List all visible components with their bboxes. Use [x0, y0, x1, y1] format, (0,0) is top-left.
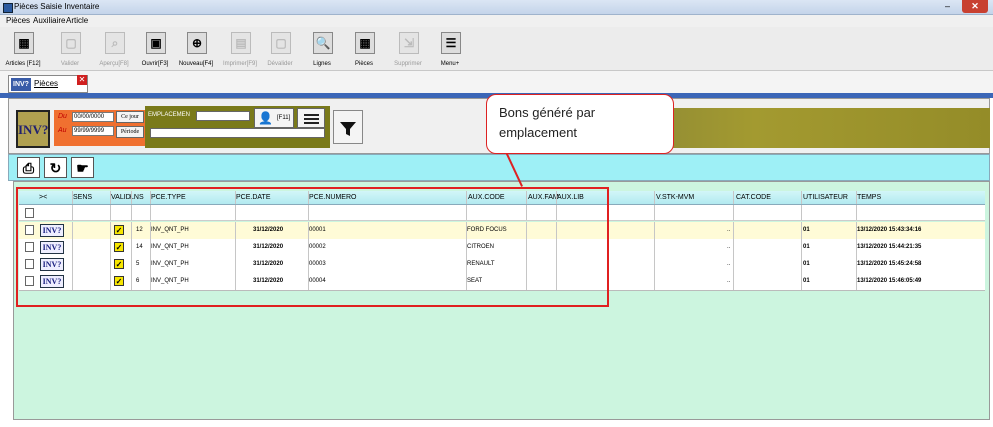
menu-auxiliaire[interactable]: Auxiliaire [33, 16, 65, 25]
articles-grid-icon: ▦ [14, 32, 34, 54]
toolbar-label: Lignes [313, 61, 331, 67]
toolbar-button-1[interactable]: ▢ Valider [52, 30, 88, 70]
magnifier-icon: 🔍 [313, 32, 333, 54]
toolbar-button-6[interactable]: ▢ Dévalider [262, 30, 298, 70]
funnel-icon [340, 122, 356, 136]
inv-tab-logo: INV? [11, 78, 31, 91]
open-icon: ▣ [146, 32, 166, 54]
toolbar-button-4[interactable]: ⊕ Nouveau[F4] [178, 30, 214, 70]
toolbar-button-7[interactable]: 🔍 Lignes [304, 30, 340, 70]
tab-pieces[interactable]: INV? Pièces [8, 75, 88, 93]
toolbar-button-5[interactable]: ▤ Imprimer[F9] [222, 30, 258, 70]
unvalidate-icon: ▢ [271, 32, 291, 54]
menu-pieces[interactable]: Pièces [6, 16, 30, 25]
user-cell: 01 [803, 244, 810, 250]
du-label: Du [58, 113, 67, 120]
preview-icon: ⌕ [105, 32, 125, 54]
close-window-button[interactable]: ✕ [962, 0, 988, 13]
toolbar-label: Pièces [354, 61, 373, 67]
window-title: Pièces Saisie Inventaire [14, 2, 100, 11]
main-toolbar: ▦ Articles [F12] ▢ Valider ⌕ Aperçu[F8] ▣ Ouvri… [0, 27, 993, 71]
tab-pieces-label: Pièces [34, 79, 59, 88]
toolbar-label: Nouveau[F4] [178, 61, 214, 67]
emplacement-input[interactable] [196, 111, 250, 121]
user-key-label: [F11] [277, 115, 291, 121]
tab-close-icon[interactable]: ✕ [77, 75, 87, 85]
temps-cell: 13/12/2020 15:44:21:35 [857, 244, 922, 250]
user-cell: 01 [803, 227, 810, 233]
column-header[interactable]: CAT.CODE [736, 194, 771, 201]
olive-banner [628, 108, 990, 148]
app-icon [3, 3, 13, 13]
toolbar-button-3[interactable]: ▣ Ouvrir[F3] [137, 30, 173, 70]
toolbar-button-9[interactable]: ⇲ Supprimer [390, 30, 426, 70]
toolbar-button-2[interactable]: ⌕ Aperçu[F8] [96, 30, 132, 70]
toolbar-button-8[interactable]: ▦ Pièces [346, 30, 382, 70]
refresh-icon[interactable]: ↻ [44, 157, 67, 178]
user-cell: 01 [803, 261, 810, 267]
toolbar-label: Dévalider [267, 61, 293, 67]
new-icon: ⊕ [187, 32, 207, 54]
toolbar-label: Valider [60, 61, 80, 67]
highlight-box [16, 187, 609, 307]
au-label: Au [58, 127, 67, 134]
print-icon[interactable]: ⎙ [17, 157, 40, 178]
column-header[interactable]: V.STK-MVM [656, 194, 694, 201]
vstk-cell: .. [727, 278, 731, 284]
periode-button[interactable]: Période [116, 126, 144, 138]
temps-cell: 13/12/2020 15:45:24:58 [857, 261, 922, 267]
menu-bar: Pièces Auxiliaire Article [0, 15, 993, 27]
filter-button[interactable] [333, 110, 363, 144]
validate-icon: ▢ [61, 32, 81, 54]
date-range-box: Du 00/00/0000 Ce jour Au 99/99/9999 Péri… [54, 110, 145, 146]
user-icon: 👤 [258, 111, 273, 125]
vstk-cell: .. [727, 261, 731, 267]
toolbar-label: Articles [F12] [5, 61, 41, 67]
list-menu-button[interactable] [297, 108, 325, 128]
menu-article[interactable]: Article [66, 16, 88, 25]
user-button[interactable]: 👤 [F11] [254, 108, 294, 128]
print-icon: ▤ [231, 32, 251, 54]
grid-toolbar [8, 154, 990, 181]
du-input[interactable]: 00/00/0000 [72, 112, 114, 122]
toolbar-label: Menu+ [440, 61, 460, 67]
user-cell: 01 [803, 278, 810, 284]
delete-icon: ⇲ [399, 32, 419, 54]
toolbar-button-10[interactable]: ☰ Menu+ [432, 30, 468, 70]
title-bar: Pièces Saisie Inventaire – ✕ [0, 0, 993, 15]
emplacement-label: EMPLACEMEN [148, 112, 191, 118]
ce-jour-button[interactable]: Ce jour [116, 111, 144, 123]
vstk-cell: .. [727, 244, 731, 250]
column-header[interactable]: UTILISATEUR [803, 194, 848, 201]
temps-cell: 13/12/2020 15:46:05:49 [857, 278, 922, 284]
hamburger-icon [304, 114, 319, 116]
au-input[interactable]: 99/99/9999 [72, 126, 114, 136]
callout-bubble: Bons généré par emplacement [486, 94, 674, 154]
pieces-grid-icon: ▦ [355, 32, 375, 54]
emplacement-detail-input[interactable] [150, 128, 325, 138]
toolbar-button-0[interactable]: ▦ Articles [F12] [5, 30, 41, 70]
temps-cell: 13/12/2020 15:43:34:16 [857, 227, 922, 233]
column-header[interactable]: TEMPS [857, 194, 881, 201]
pointing-hand-icon[interactable]: ☛ [71, 157, 94, 178]
menu-lines-icon: ☰ [441, 32, 461, 54]
inv-logo: INV? [16, 110, 50, 148]
toolbar-label: Supprimer [394, 61, 422, 67]
vstk-cell: .. [727, 227, 731, 233]
minimize-button[interactable]: – [940, 0, 955, 13]
